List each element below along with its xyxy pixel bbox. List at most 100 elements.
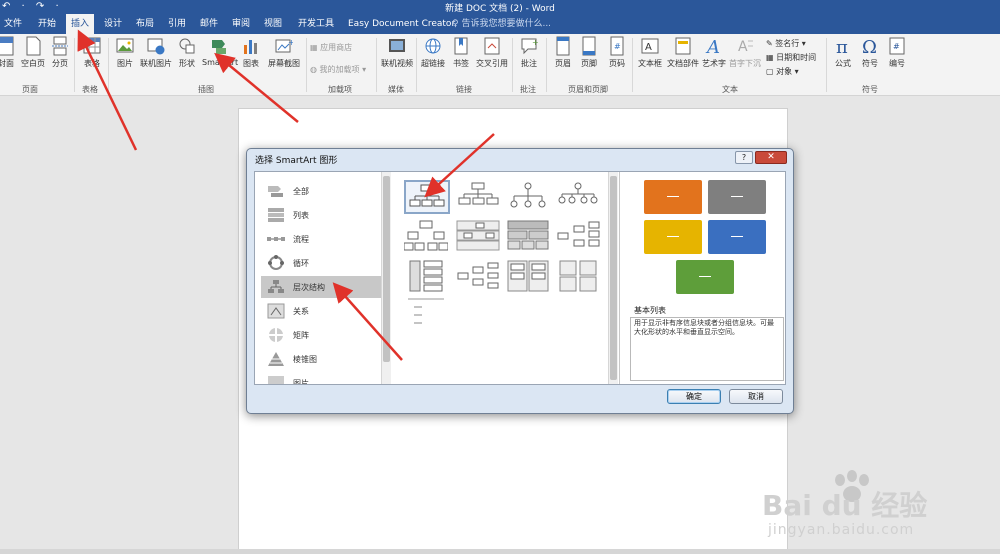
preview-title: 基本列表 (634, 306, 666, 315)
drop-cap-button[interactable]: A 首字下沉 (728, 36, 762, 69)
preview-canvas (628, 174, 785, 298)
quick-parts-button[interactable]: 文档部件 (666, 36, 700, 69)
layout-labeled-hierarchy[interactable] (456, 220, 502, 254)
separator (108, 38, 109, 92)
cross-reference-button[interactable]: 交叉引用 (474, 36, 510, 69)
category-process[interactable]: 流程 (261, 228, 383, 250)
close-button[interactable]: ✕ (755, 151, 787, 164)
page-number-button[interactable]: # 页码 (606, 36, 628, 69)
screenshot-icon: + (275, 38, 293, 53)
tab-view[interactable]: 视图 (262, 14, 284, 34)
online-video-button[interactable]: 联机视频 (380, 36, 414, 69)
layout-text-hierarchy[interactable] (404, 296, 450, 330)
cover-page-button[interactable]: 封面 (0, 36, 16, 69)
preview-block (676, 260, 734, 294)
category-scrollbar[interactable] (381, 172, 391, 384)
tab-home[interactable]: 开始 (36, 14, 58, 34)
separator (632, 38, 633, 92)
hyperlink-icon (425, 38, 441, 54)
gallery-scrollbar[interactable] (608, 172, 618, 384)
table-button[interactable]: 表格 (80, 36, 104, 69)
category-picture[interactable]: 图片 (261, 372, 383, 384)
group-label-header-footer: 页眉和页脚 (568, 85, 608, 94)
layout-grouped-hierarchy[interactable] (556, 260, 602, 294)
separator (306, 38, 307, 92)
new-comment-button[interactable]: + 批注 (516, 36, 542, 69)
symbol-button[interactable]: Ω 符号 (858, 36, 882, 69)
tab-insert[interactable]: 插入 (66, 14, 95, 34)
tab-mailings[interactable]: 邮件 (198, 14, 220, 34)
online-picture-button[interactable]: 联机图片 (138, 36, 174, 69)
blank-page-button[interactable]: 空白页 (20, 36, 46, 69)
addins-icon: ◍ (310, 65, 317, 74)
header-button[interactable]: 页眉 (552, 36, 574, 69)
object-button[interactable]: ▢ 对象 ▾ (766, 66, 799, 77)
layout-circle-picture-hierarchy[interactable] (506, 180, 552, 214)
text-hierarchy-icon (408, 298, 444, 324)
wordart-button[interactable]: A 艺术字 (700, 36, 728, 69)
group-label-pages: 页面 (22, 85, 38, 94)
tab-file[interactable]: 文件 (2, 14, 24, 34)
category-hierarchy[interactable]: 层次结构 (261, 276, 383, 298)
cover-page-icon (0, 36, 14, 56)
layout-lined-hierarchy[interactable] (456, 260, 502, 294)
table-hierarchy-icon (507, 220, 549, 250)
signature-line-button[interactable]: ✎ 签名行 ▾ (766, 38, 806, 49)
my-addins-button[interactable]: ◍ 我的加载项 ▾ (310, 64, 366, 75)
layout-hierarchy-circles[interactable] (556, 180, 602, 214)
group-label-text: 文本 (722, 85, 738, 94)
footer-button[interactable]: 页脚 (578, 36, 600, 69)
store-button[interactable]: ▦ 应用商店 (310, 42, 352, 53)
smartart-dialog: 选择 SmartArt 图形 ? ✕ 全部 列表 流程 循环 层次结构 关系 矩… (246, 148, 794, 414)
text-box-button[interactable]: A 文本框 (636, 36, 664, 69)
category-list-item[interactable]: 列表 (261, 204, 383, 226)
hierarchy-layout-icon (458, 182, 499, 205)
separator (376, 38, 377, 92)
tab-easy-document-creator[interactable]: Easy Document Creator (346, 14, 457, 34)
layout-vertical-hierarchy[interactable] (404, 260, 450, 294)
circle-hierarchy-2-icon (558, 182, 598, 204)
category-relationship[interactable]: 关系 (261, 300, 383, 322)
page-break-button[interactable]: 分页 (50, 36, 70, 69)
preview-pane: 基本列表 用于显示非有序信息块或者分组信息块。可最大化形状的水平和垂直显示空间。 (628, 174, 785, 382)
equation-button[interactable]: π 公式 (830, 36, 856, 69)
tab-references[interactable]: 引用 (166, 14, 188, 34)
screenshot-button[interactable]: + 屏幕截图 (264, 36, 304, 69)
preview-block (644, 220, 702, 254)
dialog-title: 选择 SmartArt 图形 (255, 156, 338, 166)
layout-horizontal-hierarchy[interactable] (556, 220, 602, 254)
hyperlink-button[interactable]: 超链接 (420, 36, 446, 69)
cross-reference-icon (484, 37, 500, 55)
group-label-addins: 加载项 (328, 85, 352, 94)
layout-hierarchy[interactable] (403, 220, 450, 254)
category-cycle[interactable]: 循环 (261, 252, 383, 274)
layout-table-hierarchy[interactable] (506, 220, 552, 254)
help-button[interactable]: ? (735, 151, 753, 164)
tell-me-search[interactable]: ♀ 告诉我您想要做什么... (452, 14, 551, 34)
category-pyramid[interactable]: 棱锥图 (261, 348, 383, 370)
chart-button[interactable]: 图表 (240, 36, 262, 69)
ok-button[interactable]: 确定 (667, 389, 721, 404)
tab-review[interactable]: 审阅 (230, 14, 252, 34)
scrollbar-thumb[interactable] (383, 176, 390, 362)
date-time-button[interactable]: ▦ 日期和时间 (766, 52, 816, 63)
scrollbar-thumb[interactable] (610, 176, 617, 380)
shapes-button[interactable]: 形状 (176, 36, 198, 69)
separator (512, 38, 513, 92)
layout-architecture[interactable] (506, 260, 552, 294)
tab-developer[interactable]: 开发工具 (296, 14, 336, 34)
bookmark-button[interactable]: 书签 (450, 36, 472, 69)
category-all[interactable]: 全部 (261, 180, 383, 202)
layout-name-title-org-chart[interactable] (456, 180, 502, 214)
smartart-button[interactable]: SmartArt (202, 36, 238, 67)
cancel-button[interactable]: 取消 (729, 389, 783, 404)
watermark-url: jingyan.baidu.com (768, 522, 915, 538)
page-break-icon (52, 36, 68, 56)
tab-design[interactable]: 设计 (102, 14, 124, 34)
tab-layout[interactable]: 布局 (134, 14, 156, 34)
architecture-icon (507, 260, 549, 292)
numbering-button[interactable]: # 编号 (886, 36, 908, 69)
category-matrix[interactable]: 矩阵 (261, 324, 383, 346)
picture-button[interactable]: 图片 (114, 36, 136, 69)
layout-organization-chart[interactable] (404, 180, 450, 214)
